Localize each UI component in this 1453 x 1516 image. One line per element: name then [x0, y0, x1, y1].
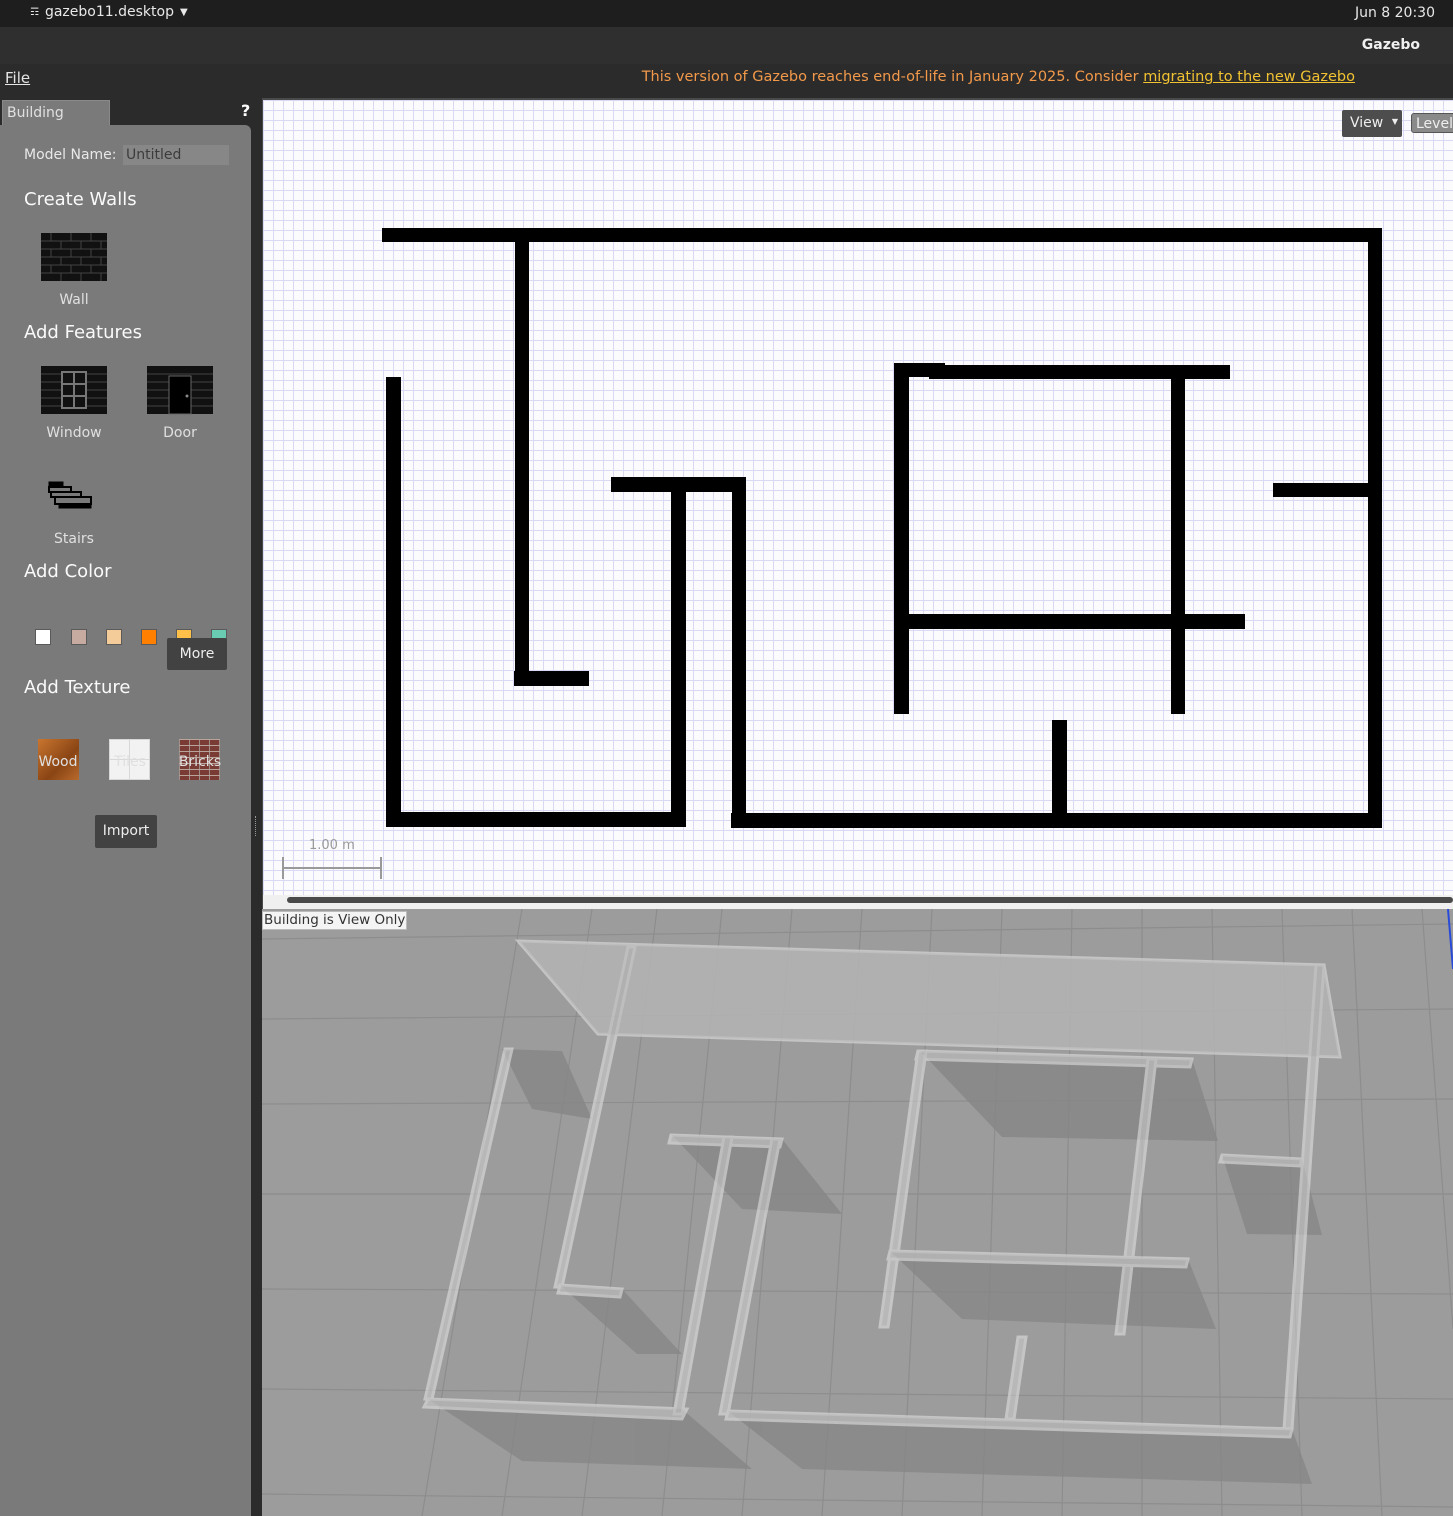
clock[interactable]: Jun 8 20:30 [1355, 5, 1435, 21]
app-menu[interactable]: ☶ gazebo11.desktop ▼ [30, 4, 188, 20]
wall [386, 377, 401, 827]
migration-link[interactable]: migrating to the new Gazebo [1143, 69, 1355, 85]
view-dropdown-label: View [1350, 115, 1384, 131]
wall [1368, 228, 1382, 828]
wall [894, 614, 1245, 629]
tab-building-editor[interactable]: Building Editor [2, 100, 110, 146]
eol-notice: This version of Gazebo reaches end-of-li… [642, 69, 1355, 85]
add-texture-header: Add Texture [24, 677, 131, 698]
stairs-label: Stairs [54, 531, 94, 547]
wall [382, 228, 1382, 242]
menu-file[interactable]: File [5, 69, 30, 87]
wall [1052, 720, 1067, 820]
view-dropdown[interactable]: View ▼ [1342, 110, 1402, 137]
menu-bar: File This version of Gazebo reaches end-… [0, 64, 1453, 98]
chevron-down-icon: ▼ [179, 6, 188, 18]
bricks-label: Bricks [178, 754, 222, 770]
wall-label: Wall [59, 292, 89, 308]
system-top-bar: ☶ gazebo11.desktop ▼ Jun 8 20:30 [0, 0, 1453, 27]
window-title-bar: Gazebo [0, 27, 1453, 65]
stairs-icon[interactable] [41, 473, 107, 523]
model-name-label: Model Name: [24, 147, 117, 163]
wall-icon[interactable] [41, 232, 107, 282]
panel-splitter[interactable] [251, 98, 262, 1516]
add-features-header: Add Features [24, 322, 142, 343]
3d-scene [262, 909, 1453, 1516]
axis-marker [1447, 909, 1453, 970]
wall [514, 671, 589, 686]
building-3d-view[interactable]: Building is View Only [262, 909, 1453, 1516]
wall [894, 613, 909, 714]
wood-label: Wood [38, 754, 78, 770]
wall-plan [382, 228, 1382, 828]
color-swatch[interactable] [141, 629, 157, 645]
wall [386, 812, 686, 827]
tiles-label: Tiles [114, 754, 146, 770]
splitter-grip [255, 816, 258, 836]
panel-body: Model Name: Untitled Create Walls Wall A… [0, 125, 251, 1516]
color-swatch[interactable] [71, 629, 87, 645]
import-button[interactable]: Import [95, 815, 157, 848]
wall [1273, 483, 1373, 497]
window-title: Gazebo [1361, 37, 1420, 53]
color-swatch[interactable] [106, 629, 122, 645]
building-2d-editor[interactable]: View ▼ Level 1.00 m [263, 100, 1453, 895]
door-label: Door [163, 425, 197, 441]
3d-walls [421, 939, 1342, 1439]
model-name-field[interactable]: Untitled [123, 145, 229, 165]
window-label: Window [46, 425, 102, 441]
wall [515, 241, 529, 685]
editor-horizontal-scrollbar[interactable] [263, 895, 1453, 909]
color-swatch[interactable] [35, 629, 51, 645]
more-colors-button[interactable]: More [167, 638, 227, 670]
dropdown-arrow-icon: ▼ [1391, 117, 1398, 126]
app-indicator-icon: ☶ [30, 6, 39, 18]
eol-notice-text: This version of Gazebo reaches end-of-li… [641, 69, 1144, 85]
building-editor-panel: Building Editor ? Model Name: Untitled C… [0, 98, 262, 1516]
level-button[interactable]: Level [1411, 113, 1453, 133]
scale-bar: 1.00 m [281, 838, 383, 882]
scale-ruler-icon [282, 857, 382, 879]
wall [671, 490, 686, 826]
create-walls-header: Create Walls [24, 189, 137, 210]
app-name: gazebo11.desktop [44, 4, 174, 20]
help-button[interactable]: ? [241, 101, 250, 120]
door-icon[interactable] [147, 365, 213, 415]
wall [611, 477, 746, 492]
wall [1171, 372, 1185, 714]
window-icon[interactable] [41, 365, 107, 415]
add-color-header: Add Color [24, 561, 112, 582]
view-only-status: Building is View Only [262, 911, 408, 930]
wall [732, 480, 746, 827]
scrollbar-thumb[interactable] [287, 897, 1453, 903]
